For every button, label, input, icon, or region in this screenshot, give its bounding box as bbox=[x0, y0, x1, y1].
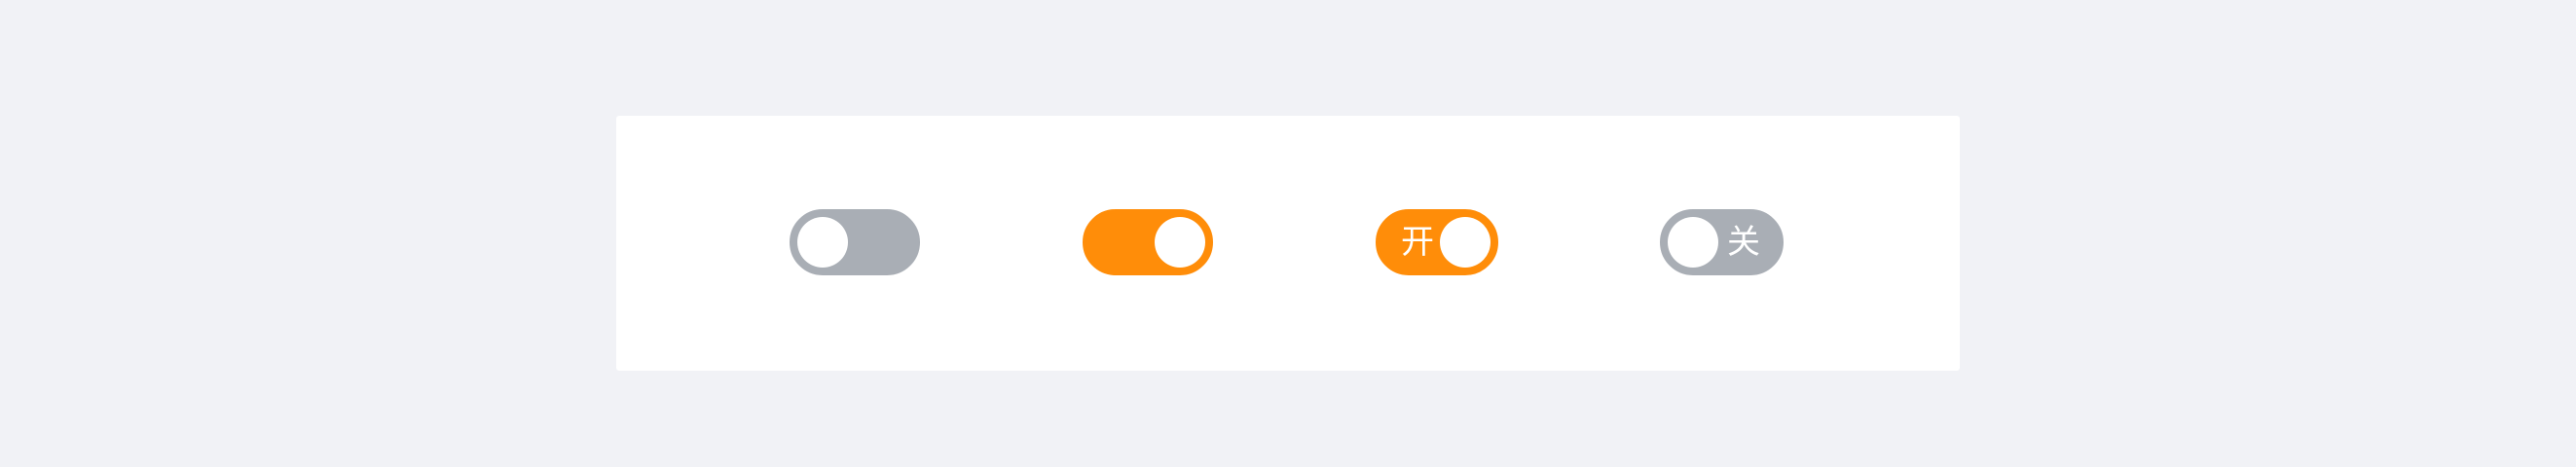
switch-text-on[interactable]: 开 bbox=[1376, 209, 1498, 275]
switch-on-label: 开 bbox=[1401, 223, 1434, 262]
switch-knob bbox=[1155, 217, 1205, 268]
switch-basic-off[interactable] bbox=[790, 209, 920, 275]
switch-demo-card: 开 关 bbox=[616, 116, 1960, 371]
switch-off-label: 关 bbox=[1727, 223, 1760, 262]
switch-basic-on[interactable] bbox=[1083, 209, 1213, 275]
switch-knob bbox=[797, 217, 848, 268]
switch-knob bbox=[1668, 217, 1718, 268]
switch-knob bbox=[1440, 217, 1490, 268]
switch-text-off[interactable]: 关 bbox=[1660, 209, 1784, 275]
